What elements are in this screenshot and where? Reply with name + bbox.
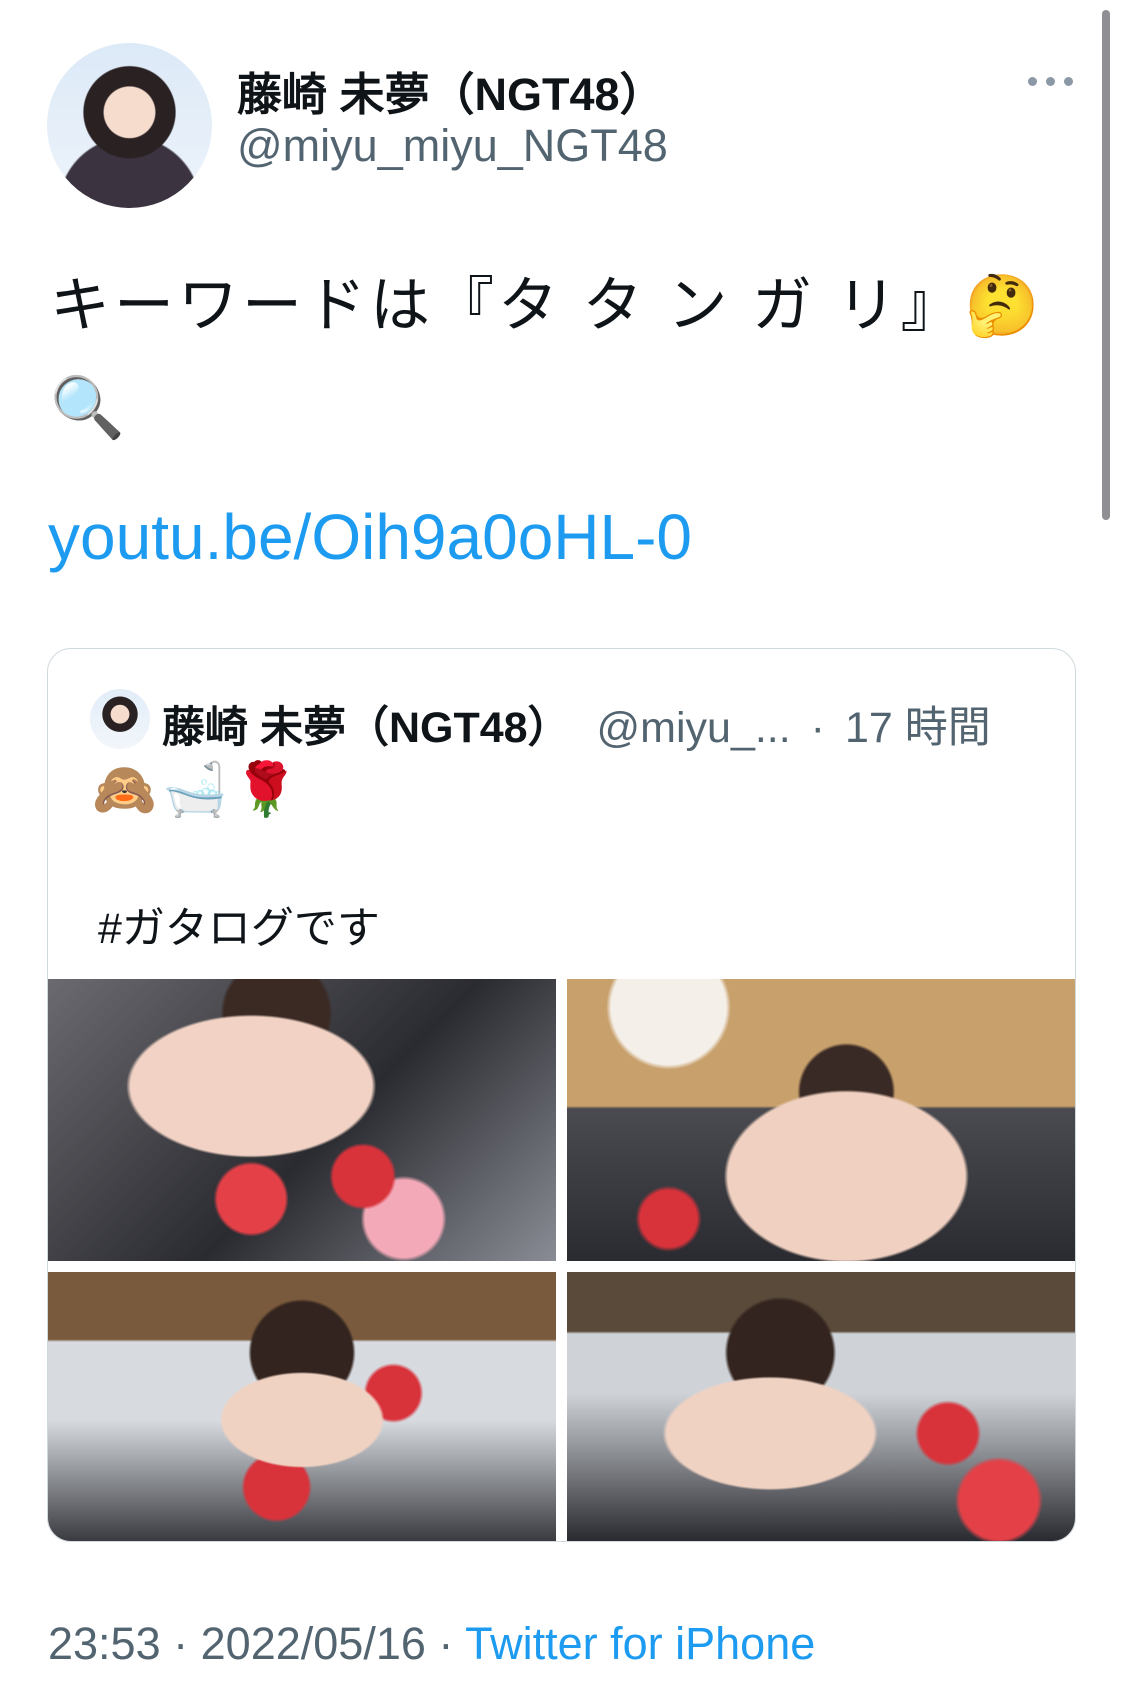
photo-grid: [48, 979, 1075, 1541]
photo-2[interactable]: [567, 979, 1075, 1261]
quoted-display-name: 藤崎 未夢（NGT48）: [162, 704, 571, 752]
photo-1[interactable]: [48, 979, 556, 1261]
footer-separator: ·: [438, 1618, 454, 1669]
quoted-time: 17 時間: [844, 704, 991, 752]
tweet-source[interactable]: Twitter for iPhone: [465, 1618, 815, 1669]
tweet-time: 23:53: [48, 1618, 161, 1669]
author-handle[interactable]: @miyu_miyu_NGT48: [237, 120, 668, 172]
quoted-header: 藤崎 未夢（NGT48） @miyu_... · 17 時間: [162, 693, 991, 755]
footer-separator: ·: [173, 1618, 189, 1669]
tweet-link[interactable]: youtu.be/Oih9a0oHL-0: [48, 500, 692, 574]
quoted-avatar[interactable]: [90, 689, 150, 749]
scrollbar[interactable]: [1102, 10, 1110, 520]
quoted-hashtag-text[interactable]: #ガタログです: [98, 894, 380, 956]
tweet-text: キーワードは『タ タ ン ガ リ』🤔: [50, 272, 1044, 339]
quoted-emojis: 🙈🛁🌹: [92, 761, 305, 819]
photo-3[interactable]: [48, 1272, 556, 1541]
quoted-handle: @miyu_...: [596, 704, 791, 752]
magnifier-emoji: 🔍: [50, 374, 125, 441]
more-options-icon[interactable]: [1026, 64, 1076, 94]
author-display-name[interactable]: 藤崎 未夢（NGT48）: [237, 58, 665, 123]
avatar[interactable]: [47, 43, 212, 208]
tweet-date: 2022/05/16: [200, 1618, 426, 1669]
quoted-tweet-card[interactable]: 藤崎 未夢（NGT48） @miyu_... · 17 時間 🙈🛁🌹 #ガタログ…: [47, 648, 1076, 1542]
tweet-footer: 23:53 · 2022/05/16 · Twitter for iPhone: [48, 1618, 815, 1670]
quoted-separator: ·: [810, 704, 825, 752]
photo-4[interactable]: [567, 1272, 1075, 1541]
